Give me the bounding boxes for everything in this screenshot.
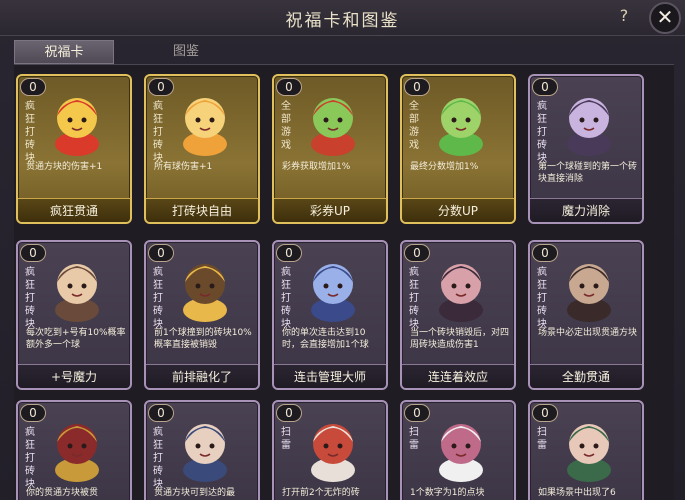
blessing-card[interactable]: 0 全部游戏 最终分数增加1% 分数UP xyxy=(400,74,516,224)
mage-girl-icon xyxy=(554,86,624,156)
card-game-tag: 疯狂打砖块 xyxy=(537,267,547,330)
card-game-tag: 疯狂打砖块 xyxy=(153,267,163,330)
card-name: 全勤贯通 xyxy=(530,364,642,388)
title-bar: 祝福卡和图鉴 ? ✕ xyxy=(0,0,685,36)
card-description: 贯通方块可到达的最 xyxy=(154,488,236,498)
card-name: 前排融化了 xyxy=(146,364,258,388)
blessing-card[interactable]: 0 扫雷 打开前2个无炸的砖 xyxy=(272,400,388,500)
card-name: 分数UP xyxy=(402,198,514,222)
card-name: 打砖块自由 xyxy=(146,198,258,222)
card-description: 每次吃到+号有10%概率额外多一个球 xyxy=(26,328,126,350)
close-button[interactable]: ✕ xyxy=(649,2,681,34)
tiger-costume-icon xyxy=(170,86,240,156)
card-game-tag: 疯狂打砖块 xyxy=(537,101,547,164)
card-description: 所有球伤害+1 xyxy=(154,162,213,172)
card-window: 祝福卡和图鉴 ? ✕ 祝福卡 图鉴 0 疯狂打砖块 贯通方块的伤害+1 疯狂贯通 0 疯狂… xyxy=(0,0,685,500)
card-description: 前1个球撞到的砖块10%概率直接被销毁 xyxy=(154,328,252,350)
white-hair-girl-icon xyxy=(426,412,496,482)
card-game-tag: 全部游戏 xyxy=(281,101,291,151)
dragon-rider-icon xyxy=(298,86,368,156)
card-game-tag: 扫雷 xyxy=(281,427,291,451)
card-name: 彩券UP xyxy=(274,198,386,222)
card-game-tag: 疯狂打砖块 xyxy=(153,427,163,490)
card-description: 打开前2个无炸的砖 xyxy=(282,488,360,498)
blessing-card[interactable]: 0 疯狂打砖块 场景中必定出现贯通方块 全勤贯通 xyxy=(528,240,644,390)
card-game-tag: 疯狂打砖块 xyxy=(25,267,35,330)
blessing-card[interactable]: 0 疯狂打砖块 前1个球撞到的砖块10%概率直接被销毁 前排融化了 xyxy=(144,240,260,390)
tab-blessing-cards[interactable]: 祝福卡 xyxy=(14,40,114,64)
card-game-tag: 扫雷 xyxy=(537,427,547,451)
blessing-card[interactable]: 0 疯狂打砖块 每次吃到+号有10%概率额外多一个球 +号魔力 xyxy=(16,240,132,390)
card-description: 当一个砖块销毁后，对四周砖块造成伤害1 xyxy=(410,328,510,350)
card-game-tag: 疯狂打砖块 xyxy=(153,101,163,164)
blessing-card[interactable]: 0 疯狂打砖块 贯通方块可到达的最 xyxy=(144,400,260,500)
blue-scholar-icon xyxy=(170,412,240,482)
card-game-tag: 扫雷 xyxy=(409,427,419,451)
blessing-card[interactable]: 0 疯狂打砖块 贯通方块的伤害+1 疯狂贯通 xyxy=(16,74,132,224)
card-game-tag: 疯狂打砖块 xyxy=(25,101,35,164)
blessing-card[interactable]: 0 疯狂打砖块 你的单次连击达到10时，会直接增加1个球 连击管理大师 xyxy=(272,240,388,390)
blessing-card[interactable]: 0 扫雷 如果场景中出现了6 xyxy=(528,400,644,500)
blessing-card[interactable]: 0 疯狂打砖块 当一个砖块销毁后，对四周砖块造成伤害1 连连着效应 xyxy=(400,240,516,390)
card-description: 你的单次连击达到10时，会直接增加1个球 xyxy=(282,328,369,350)
tab-collection[interactable]: 图鉴 xyxy=(146,40,226,64)
golden-halo-girl-icon xyxy=(170,252,240,322)
masked-girl-icon xyxy=(554,252,624,322)
card-name: 疯狂贯通 xyxy=(18,198,130,222)
card-description: 你的贯通方块被贯 xyxy=(26,488,99,498)
blessing-card[interactable]: 0 扫雷 1个数字为1的点块 xyxy=(400,400,516,500)
money-god-icon xyxy=(42,86,112,156)
card-name: +号魔力 xyxy=(18,364,130,388)
help-icon[interactable]: ? xyxy=(614,6,634,28)
window-title: 祝福卡和图鉴 xyxy=(285,11,400,31)
blessing-card[interactable]: 0 疯狂打砖块 第一个球碰到的第一个砖块直接消除 魔力消除 xyxy=(528,74,644,224)
blessing-card[interactable]: 0 疯狂打砖块 你的贯通方块被贯 xyxy=(16,400,132,500)
card-description: 第一个球碰到的第一个砖块直接消除 xyxy=(538,162,638,184)
warrior-girl-icon xyxy=(426,252,496,322)
card-description: 1个数字为1的点块 xyxy=(410,488,485,498)
golden-general-icon xyxy=(42,412,112,482)
card-name: 连连着效应 xyxy=(402,364,514,388)
white-priestess-icon xyxy=(298,412,368,482)
brown-hair-girl-icon xyxy=(42,252,112,322)
card-description: 如果场景中出现了6 xyxy=(538,488,616,498)
green-dragon-icon xyxy=(426,86,496,156)
card-game-tag: 疯狂打砖块 xyxy=(409,267,419,330)
card-game-tag: 疯狂打砖块 xyxy=(281,267,291,330)
blue-robe-girl-icon xyxy=(298,252,368,322)
card-description: 彩券获取增加1% xyxy=(282,162,351,172)
card-description: 场景中必定出现贯通方块 xyxy=(538,328,638,338)
card-game-tag: 疯狂打砖块 xyxy=(25,427,35,490)
green-ribbon-girl-icon xyxy=(554,412,624,482)
card-description: 最终分数增加1% xyxy=(410,162,479,172)
blessing-card[interactable]: 0 疯狂打砖块 所有球伤害+1 打砖块自由 xyxy=(144,74,260,224)
card-description: 贯通方块的伤害+1 xyxy=(26,162,103,172)
card-name: 连击管理大师 xyxy=(274,364,386,388)
card-name: 魔力消除 xyxy=(530,198,642,222)
card-game-tag: 全部游戏 xyxy=(409,101,419,151)
blessing-card[interactable]: 0 全部游戏 彩券获取增加1% 彩券UP xyxy=(272,74,388,224)
